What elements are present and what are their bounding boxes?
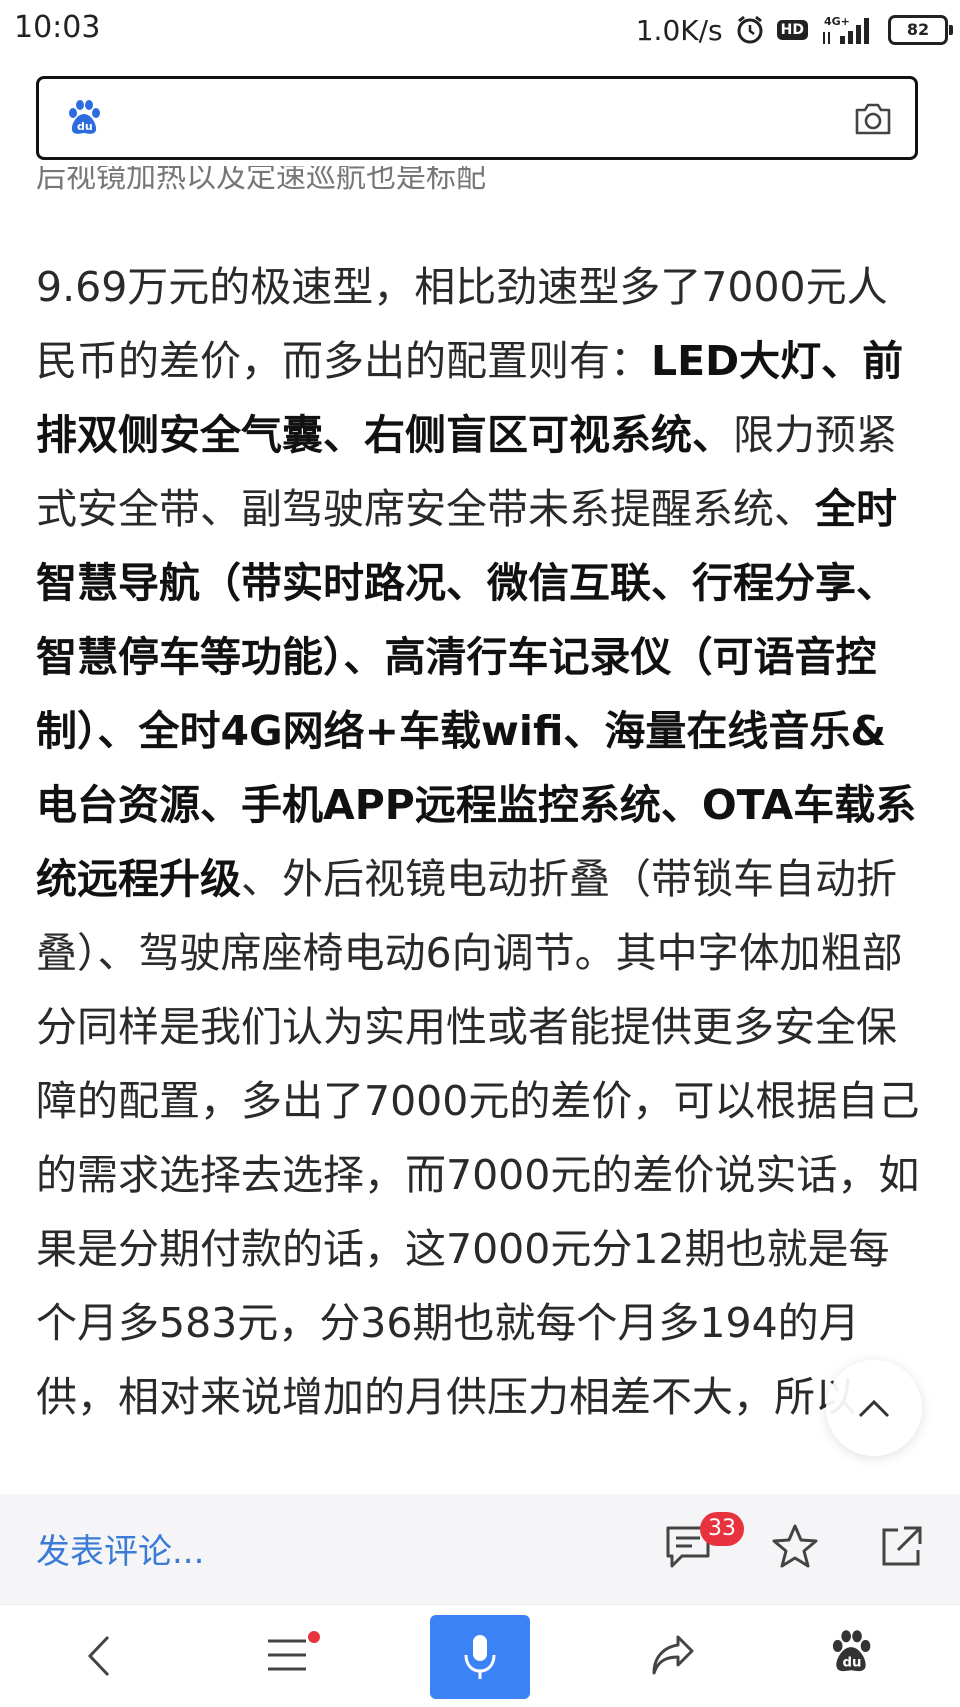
article-body: 9.69万元的极速型，相比劲速型多了7000元人民币的差价，而多出的配置则有：L… bbox=[36, 250, 924, 1490]
comment-bar: 发表评论... 33 bbox=[0, 1494, 960, 1604]
voice-search-button[interactable] bbox=[430, 1615, 530, 1699]
baidu-paw-icon: du bbox=[69, 100, 100, 134]
share-external-icon[interactable] bbox=[878, 1524, 924, 1570]
article-paragraph: 9.69万元的极速型，相比劲速型多了7000元人民币的差价，而多出的配置则有：L… bbox=[36, 250, 924, 1434]
scroll-to-top-button[interactable] bbox=[826, 1360, 922, 1456]
network-speed: 1.0K/s bbox=[635, 13, 723, 47]
star-icon[interactable] bbox=[770, 1522, 820, 1570]
network-type-label: 4G+ bbox=[824, 15, 850, 28]
status-bar: 10:03 1.0K/s HD 4G+ 82 bbox=[0, 0, 960, 62]
svg-text:du: du bbox=[843, 1656, 862, 1671]
post-comment-link[interactable]: 发表评论... bbox=[36, 1524, 204, 1573]
menu-notification-dot bbox=[308, 1631, 320, 1643]
bottom-navigation: du bbox=[0, 1604, 960, 1707]
microphone-icon bbox=[464, 1635, 496, 1679]
camera-icon[interactable] bbox=[853, 101, 893, 137]
alarm-clock-icon bbox=[737, 15, 763, 44]
baidu-home-icon[interactable]: du bbox=[828, 1629, 874, 1675]
signal-strength-icon: 4G+ bbox=[823, 15, 869, 44]
status-icons: 1.0K/s HD 4G+ 82 bbox=[635, 12, 953, 48]
share-arrow-icon[interactable] bbox=[650, 1633, 696, 1677]
battery-indicator: 82 bbox=[888, 15, 953, 45]
svg-text:du: du bbox=[77, 120, 93, 133]
previous-line-text: 后视镜加热以及定速巡航也是标配 bbox=[36, 166, 486, 190]
paragraph-segment: 、外后视镜电动折叠（带锁车自动折叠）、驾驶席座椅电动6向调节。其中字体加粗部分同… bbox=[36, 855, 920, 1421]
paragraph-segment-bold: 全时智慧导航（带实时路况、微信互联、行程分享、智慧停车等功能）、高清行车记录仪（… bbox=[36, 485, 917, 903]
back-arrow-icon[interactable] bbox=[84, 1633, 114, 1679]
previous-line-cut: 后视镜加热以及定速巡航也是标配 bbox=[36, 166, 924, 190]
hd-voice-icon: HD bbox=[776, 20, 808, 40]
menu-icon[interactable] bbox=[266, 1635, 308, 1675]
comment-count-badge: 33 bbox=[700, 1512, 744, 1546]
search-bar[interactable]: du bbox=[36, 76, 918, 160]
status-time: 10:03 bbox=[14, 10, 101, 45]
chevron-up-icon bbox=[858, 1399, 890, 1418]
